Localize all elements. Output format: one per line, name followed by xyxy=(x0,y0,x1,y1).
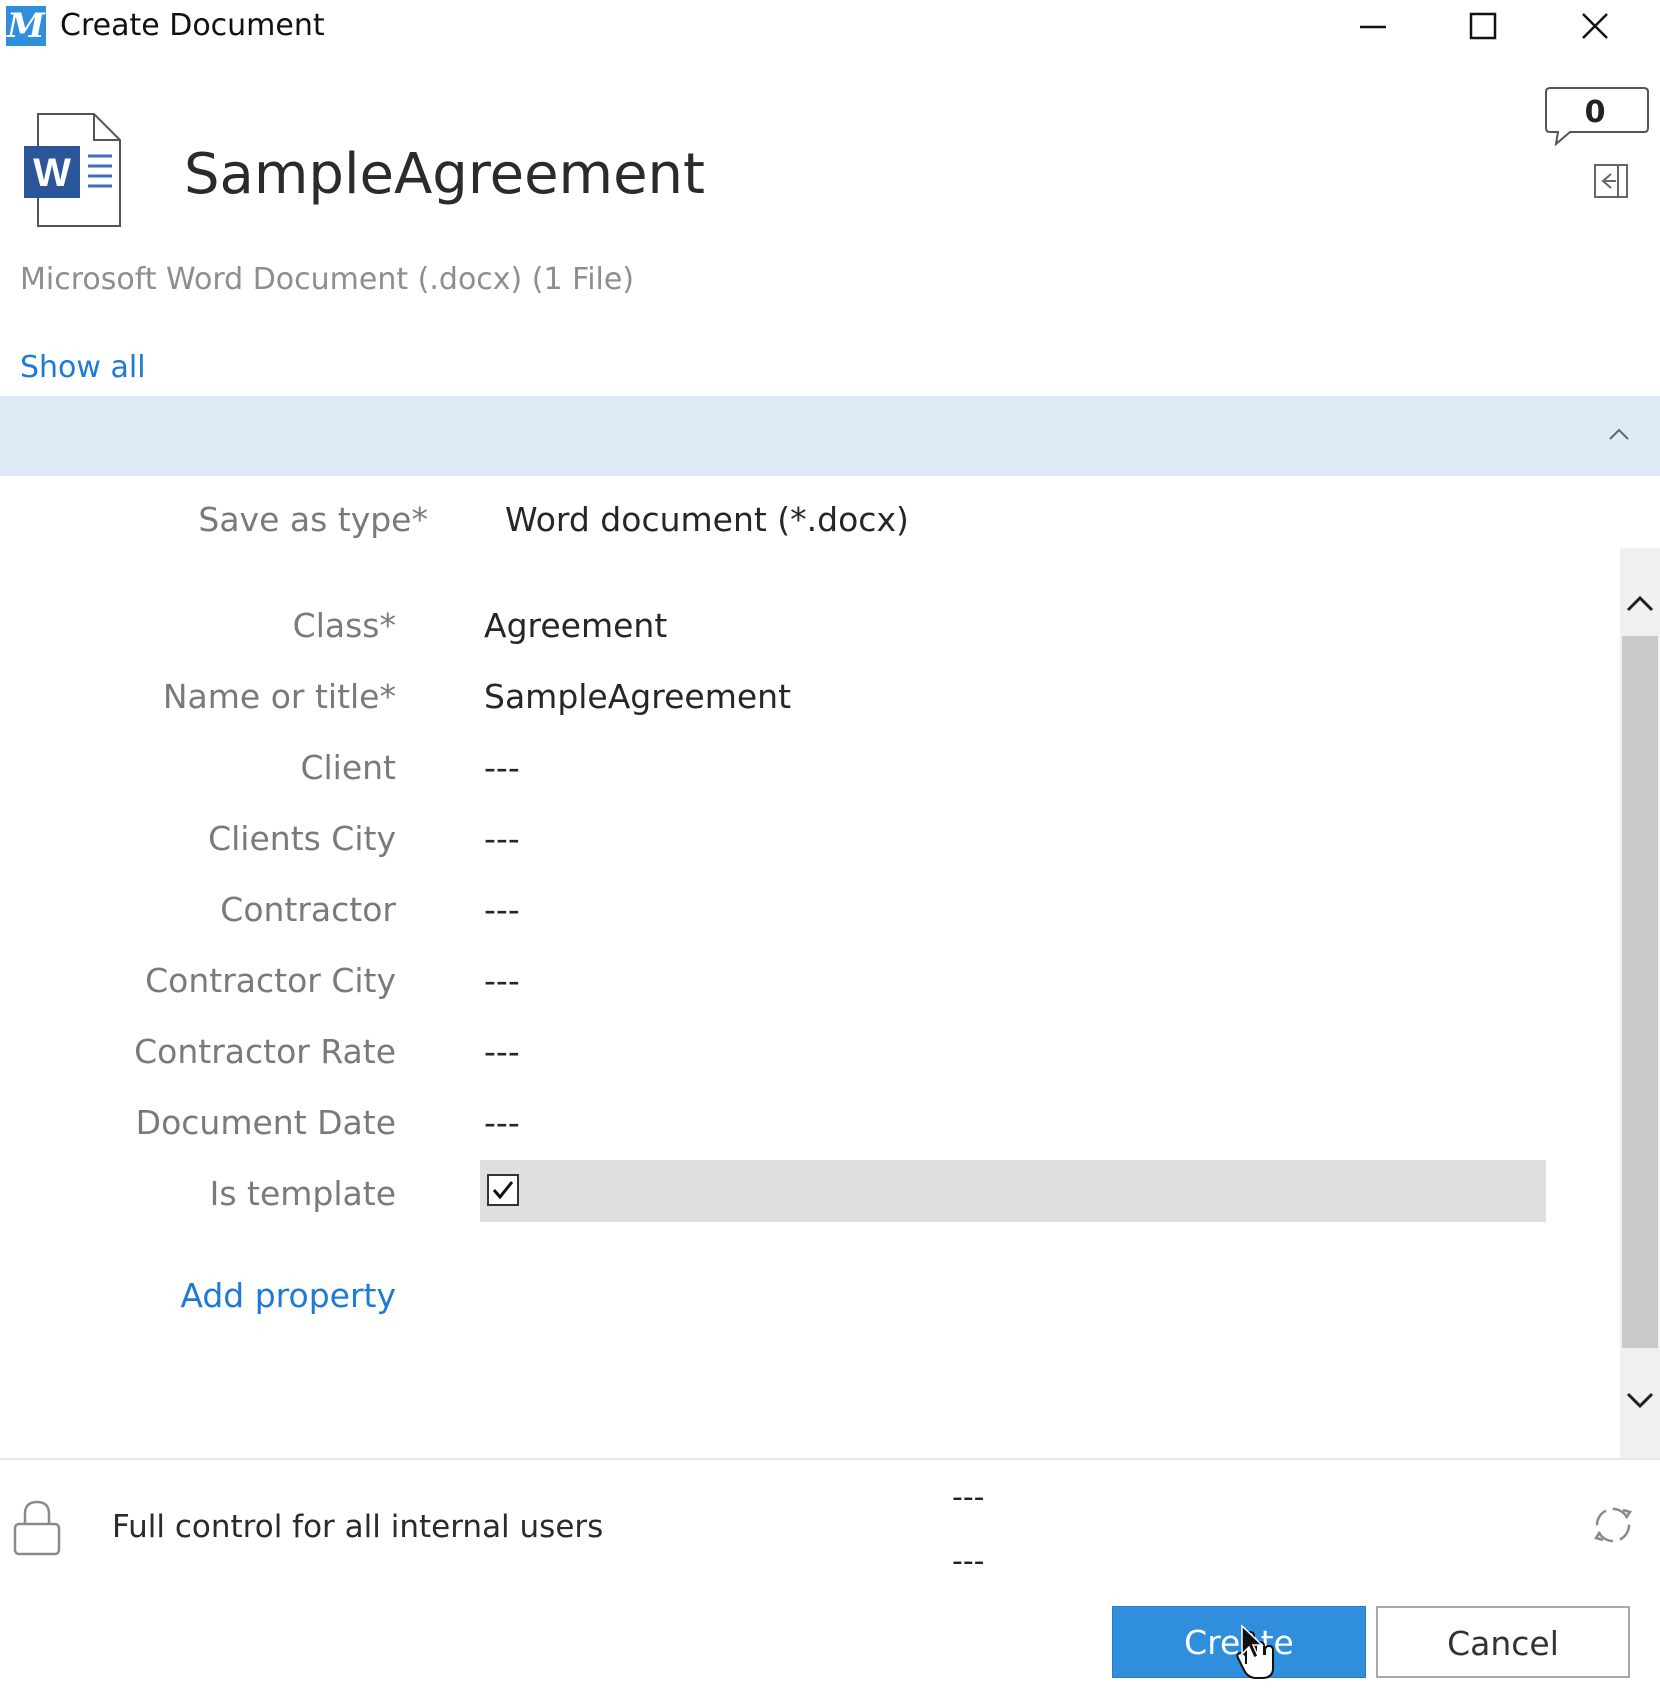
property-value-contractor-rate[interactable]: --- xyxy=(484,1032,520,1072)
document-subtitle: Microsoft Word Document (.docx) (1 File) xyxy=(20,262,635,297)
word-logo-letter: W xyxy=(33,151,71,195)
metadata-header-band xyxy=(0,396,1660,476)
scroll-down-icon[interactable] xyxy=(1622,1382,1658,1418)
maximize-button[interactable] xyxy=(1428,0,1538,52)
workflow-value[interactable]: --- xyxy=(952,1480,984,1516)
close-icon xyxy=(1582,13,1608,39)
workflow-state-value[interactable]: --- xyxy=(952,1544,984,1580)
checkmark-icon xyxy=(492,1181,514,1200)
minimize-icon xyxy=(1360,25,1386,29)
word-document-icon: W xyxy=(24,113,121,227)
is-template-checkbox[interactable] xyxy=(487,1174,519,1206)
property-label-contractor-rate: Contractor Rate xyxy=(134,1032,396,1071)
property-label-document-date: Document Date xyxy=(135,1103,396,1142)
property-value-name[interactable]: SampleAgreement xyxy=(484,677,791,717)
lock-icon[interactable] xyxy=(12,1496,62,1558)
property-label-is-template: Is template xyxy=(209,1174,396,1213)
close-button[interactable] xyxy=(1540,0,1650,52)
scrollbar-thumb[interactable] xyxy=(1622,636,1658,1348)
show-all-link[interactable]: Show all xyxy=(20,350,146,386)
property-label-name: Name or title* xyxy=(162,677,396,716)
comment-count: 0 xyxy=(1584,95,1606,130)
maximize-icon xyxy=(1469,12,1497,40)
permission-text[interactable]: Full control for all internal users xyxy=(112,1508,603,1546)
minimize-button[interactable] xyxy=(1318,0,1428,52)
property-label-clients-city: Clients City xyxy=(208,819,396,858)
property-label-class: Class* xyxy=(292,606,396,645)
save-as-type-label: Save as type* xyxy=(198,500,428,539)
scroll-up-icon[interactable] xyxy=(1622,586,1658,622)
refresh-icon[interactable] xyxy=(1590,1502,1636,1548)
cancel-button[interactable]: Cancel xyxy=(1376,1606,1630,1678)
property-value-client[interactable]: --- xyxy=(484,748,520,788)
document-title: SampleAgreement xyxy=(184,142,705,207)
property-value-clients-city[interactable]: --- xyxy=(484,819,520,859)
add-property-link[interactable]: Add property xyxy=(60,1276,396,1316)
hand-cursor-icon xyxy=(1236,1624,1274,1679)
app-logo-icon: M xyxy=(6,6,46,46)
footer-divider xyxy=(0,1458,1660,1460)
save-as-type-value[interactable]: Word document (*.docx) xyxy=(505,500,909,540)
property-label-client: Client xyxy=(300,748,396,787)
property-value-class[interactable]: Agreement xyxy=(484,606,667,646)
property-value-contractor[interactable]: --- xyxy=(484,890,520,930)
property-label-contractor-city: Contractor City xyxy=(145,961,396,1000)
property-value-contractor-city[interactable]: --- xyxy=(484,961,520,1001)
window-title: Create Document xyxy=(60,8,325,43)
collapse-pane-icon[interactable] xyxy=(1592,162,1630,200)
property-value-document-date[interactable]: --- xyxy=(484,1103,520,1143)
collapse-chevron-up-icon[interactable] xyxy=(1604,420,1634,450)
is-template-row[interactable] xyxy=(480,1160,1546,1222)
property-label-contractor: Contractor xyxy=(220,890,396,929)
